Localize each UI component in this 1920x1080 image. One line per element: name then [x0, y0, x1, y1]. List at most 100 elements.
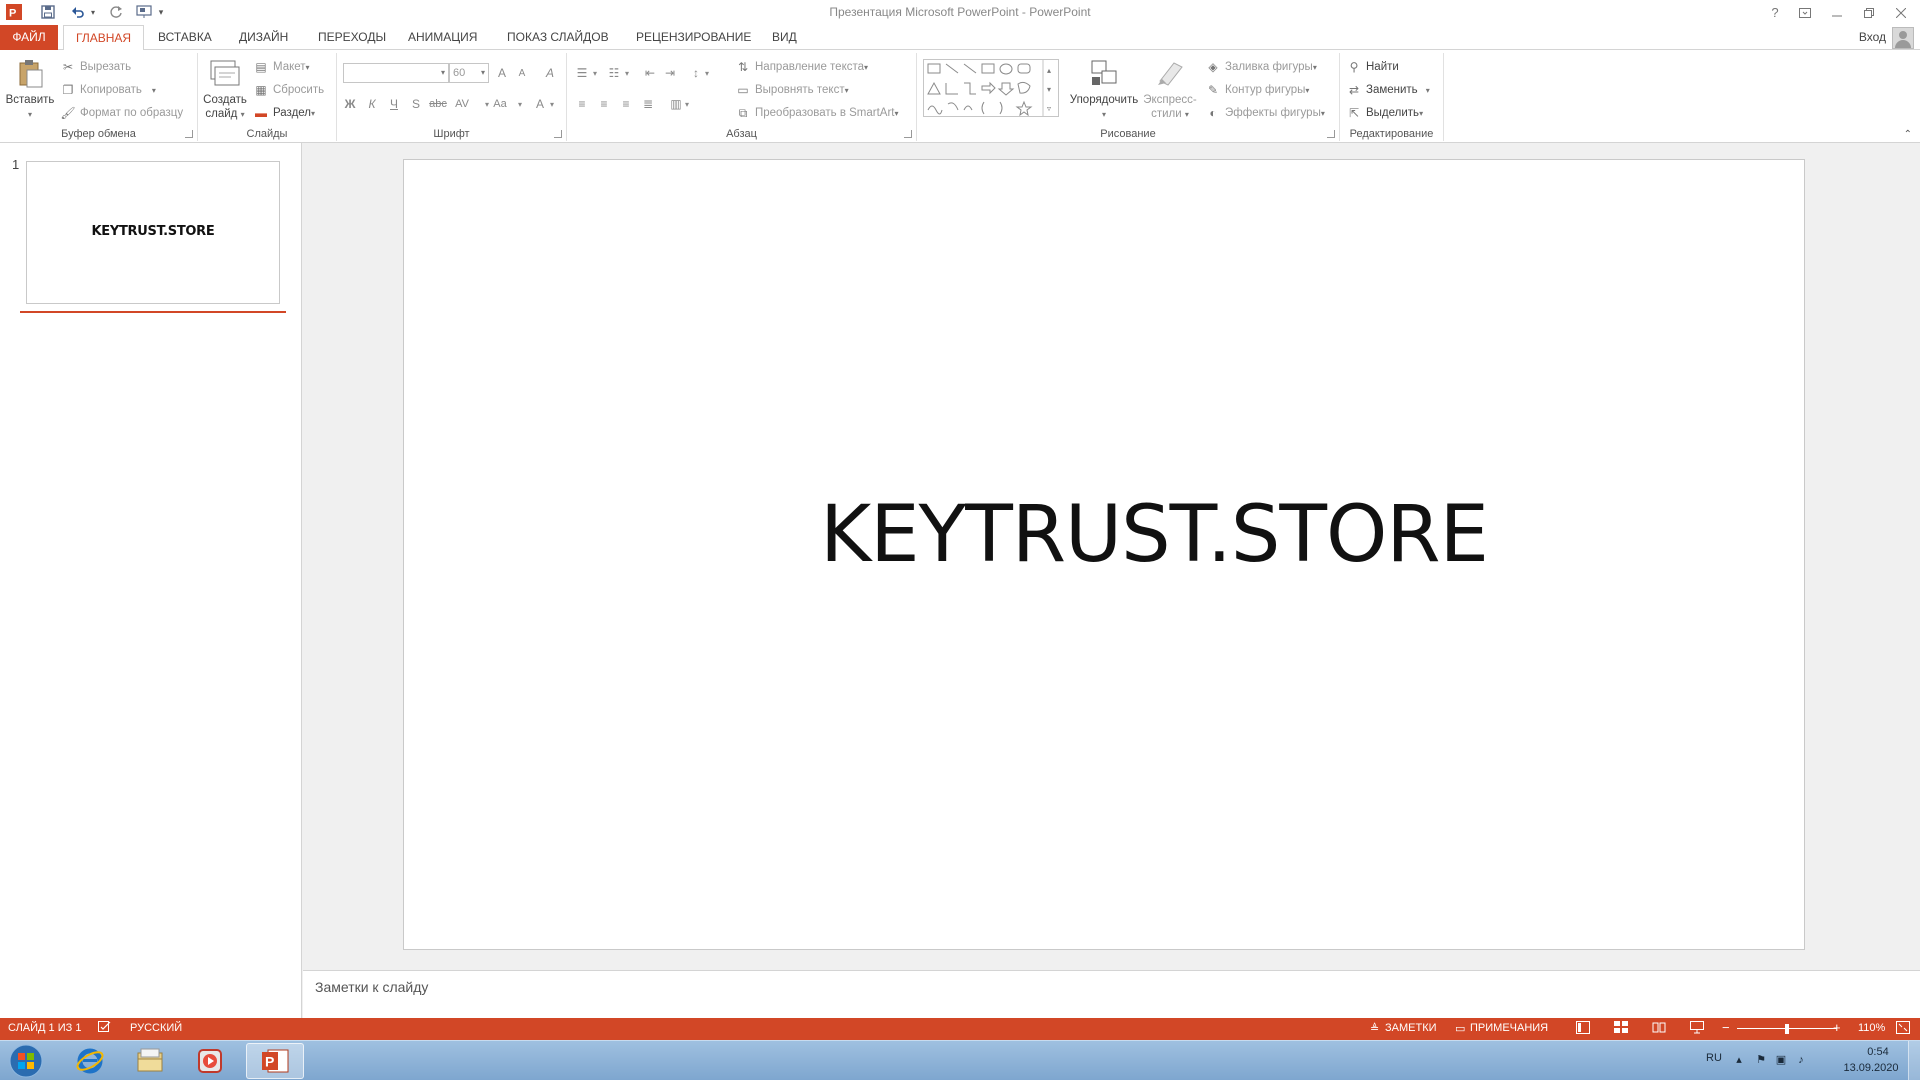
change-case-dropdown-icon[interactable]: ▾ [513, 94, 527, 114]
action-center-flag-icon[interactable]: ⚑ [1754, 1053, 1768, 1067]
slide-sorter-icon[interactable] [1614, 1021, 1628, 1037]
format-painter-button[interactable]: 🖌 Формат по образцу [60, 103, 183, 123]
replace-dropdown-icon: ▾ [1425, 85, 1430, 95]
taskbar-powerpoint[interactable]: P [246, 1043, 304, 1079]
reset-button[interactable]: ▦ Сбросить [253, 80, 324, 100]
close-icon[interactable] [1886, 0, 1916, 25]
select-button[interactable]: ⇱ Выделить ▾ [1346, 103, 1423, 123]
section-button[interactable]: ▬ Раздел ▾ [253, 103, 315, 123]
comments-button[interactable]: ПРИМЕЧАНИЯ [1470, 1022, 1548, 1034]
comments-icon[interactable]: ▭ [1455, 1022, 1465, 1035]
language-indicator[interactable]: РУССКИЙ [130, 1022, 182, 1034]
find-button[interactable]: ⚲ Найти [1346, 57, 1399, 77]
tab-insert[interactable]: ВСТАВКА [146, 25, 224, 50]
notes-toggle-icon[interactable]: ≜ [1370, 1022, 1379, 1035]
numbering-dropdown-icon[interactable]: ▾ [621, 63, 633, 83]
ribbon-display-options-icon[interactable] [1790, 0, 1820, 25]
replace-button[interactable]: ⇄ Заменить ▾ [1346, 80, 1430, 100]
bold-button[interactable]: Ж [339, 94, 361, 114]
align-right-icon[interactable]: ≡ [615, 94, 637, 114]
avatar[interactable] [1892, 27, 1914, 49]
align-left-icon[interactable]: ≡ [571, 94, 593, 114]
increase-indent-icon[interactable]: ⇥ [659, 63, 681, 83]
zoom-level[interactable]: 110% [1858, 1022, 1885, 1034]
tab-design[interactable]: ДИЗАЙН [227, 25, 300, 50]
clear-formatting-icon[interactable]: A [539, 63, 561, 83]
text-direction-label: Направление текста [755, 61, 865, 73]
normal-view-icon[interactable] [1576, 1021, 1590, 1037]
slide-canvas[interactable]: KEYTRUST.STORE [403, 159, 1805, 950]
arrange-button[interactable]: Упорядочить ▾ [1067, 57, 1141, 122]
text-shadow-button[interactable]: S [405, 94, 427, 114]
zoom-in-button[interactable]: + [1833, 1020, 1841, 1035]
line-spacing-dropdown-icon[interactable]: ▾ [701, 63, 713, 83]
clock-date[interactable]: 13.09.2020 [1836, 1062, 1906, 1074]
align-text-button[interactable]: ▭ Выровнять текст ▾ [735, 80, 848, 100]
layout-button[interactable]: ▤ Макет ▾ [253, 57, 309, 77]
tab-slideshow[interactable]: ПОКАЗ СЛАЙДОВ [495, 25, 621, 50]
paste-button[interactable]: Вставить ▾ [4, 57, 56, 122]
minimize-icon[interactable] [1822, 0, 1852, 25]
cut-button[interactable]: ✂ Вырезать [60, 57, 131, 77]
help-button[interactable]: ? [1760, 0, 1790, 25]
copy-button[interactable]: ❐ Копировать ▾ [60, 80, 156, 100]
tab-home[interactable]: ГЛАВНАЯ [63, 25, 145, 51]
fit-slide-icon[interactable] [1896, 1021, 1910, 1037]
font-size-box[interactable]: 60 ▾ [449, 63, 489, 83]
bullets-dropdown-icon[interactable]: ▾ [589, 63, 601, 83]
network-icon[interactable]: ▣ [1774, 1053, 1788, 1067]
decrease-indent-icon[interactable]: ⇤ [639, 63, 661, 83]
slide-text-box[interactable]: KEYTRUST.STORE [404, 490, 1804, 580]
align-center-icon[interactable]: ≡ [593, 94, 615, 114]
drawing-launcher-icon[interactable] [1327, 130, 1335, 138]
tab-review[interactable]: РЕЦЕНЗИРОВАНИЕ [624, 25, 763, 50]
justify-icon[interactable]: ≣ [637, 94, 659, 114]
font-launcher-icon[interactable] [554, 130, 562, 138]
underline-button[interactable]: Ч [383, 94, 405, 114]
font-name-box[interactable]: ▾ [343, 63, 449, 83]
character-spacing-button[interactable]: AV [451, 94, 473, 114]
strikethrough-button[interactable]: abc [427, 94, 449, 114]
shape-fill-button[interactable]: ◈ Заливка фигуры ▾ [1205, 57, 1316, 77]
text-direction-button[interactable]: ⇅ Направление текста ▾ [735, 57, 868, 77]
new-slide-button[interactable]: Создать слайд ▾ [202, 57, 248, 122]
columns-dropdown-icon[interactable]: ▾ [681, 94, 693, 114]
keyboard-language[interactable]: RU [1706, 1052, 1722, 1064]
taskbar-media-player[interactable] [184, 1043, 236, 1079]
copy-dropdown-icon: ▾ [151, 85, 156, 95]
shape-outline-button[interactable]: ✎ Контур фигуры ▾ [1205, 80, 1309, 100]
grow-font-icon[interactable]: A [491, 63, 513, 83]
tab-animations[interactable]: АНИМАЦИЯ [396, 25, 489, 50]
collapse-ribbon-icon[interactable]: ⌃ [1904, 129, 1912, 140]
tab-view[interactable]: ВИД [760, 25, 809, 50]
restore-icon[interactable] [1854, 0, 1884, 25]
notes-toggle-button[interactable]: ЗАМЕТКИ [1385, 1022, 1437, 1034]
tab-transitions[interactable]: ПЕРЕХОДЫ [306, 25, 398, 50]
clock-time[interactable]: 0:54 [1850, 1046, 1906, 1058]
font-color-dropdown-icon[interactable]: ▾ [545, 94, 559, 114]
paragraph-launcher-icon[interactable] [904, 130, 912, 138]
show-hidden-icons-icon[interactable]: ▴ [1732, 1053, 1746, 1067]
show-desktop-button[interactable] [1908, 1041, 1920, 1080]
volume-icon[interactable]: ♪ [1794, 1053, 1808, 1067]
clipboard-launcher-icon[interactable] [185, 130, 193, 138]
zoom-out-button[interactable]: − [1722, 1020, 1730, 1035]
slide-thumbnail[interactable]: KEYTRUST.STORE [26, 161, 280, 304]
taskbar-internet-explorer[interactable] [64, 1043, 116, 1079]
change-case-button[interactable]: Aa [485, 94, 515, 114]
convert-smartart-button[interactable]: ⧉ Преобразовать в SmartArt ▾ [735, 103, 899, 123]
reading-view-icon[interactable] [1652, 1021, 1666, 1037]
tab-file[interactable]: ФАЙЛ [0, 25, 58, 50]
notes-pane[interactable]: Заметки к слайду [303, 970, 1920, 1018]
start-button[interactable] [0, 1043, 52, 1079]
shrink-font-icon[interactable]: A [511, 63, 533, 83]
slideshow-view-icon[interactable] [1690, 1021, 1704, 1037]
zoom-slider-thumb[interactable] [1785, 1024, 1789, 1034]
shapes-gallery[interactable]: ▴ ▾ ▿ [923, 59, 1059, 117]
taskbar-explorer[interactable] [124, 1043, 176, 1079]
quick-styles-button[interactable]: Экспресс- стили ▾ [1139, 57, 1201, 122]
sign-in-link[interactable]: Вход [1859, 30, 1886, 44]
spellcheck-icon[interactable] [98, 1021, 112, 1036]
shape-effects-button[interactable]: ◐ Эффекты фигуры ▾ [1205, 103, 1324, 123]
italic-button[interactable]: К [361, 94, 383, 114]
